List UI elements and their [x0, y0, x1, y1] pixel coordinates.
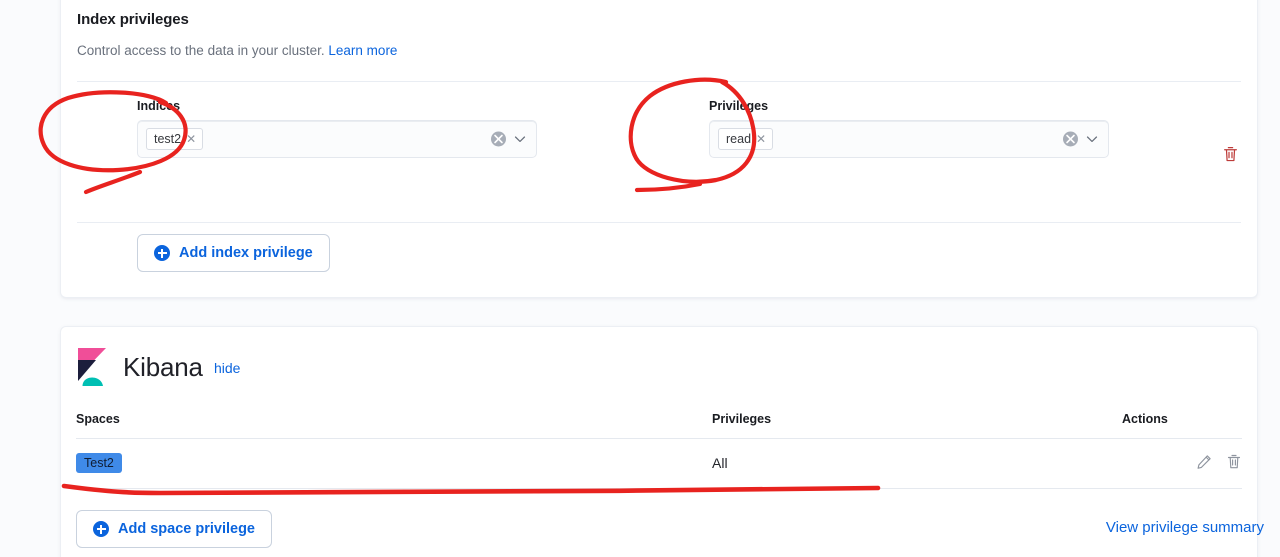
- add-space-privilege-label: Add space privilege: [118, 521, 255, 537]
- chevron-down-icon[interactable]: [513, 132, 527, 146]
- space-privileges-table: Spaces Privileges Actions Test2 All: [76, 412, 1242, 490]
- privileges-label: Privileges: [709, 99, 769, 113]
- cell-privilege: All: [712, 438, 1122, 490]
- indices-pill[interactable]: test2 ✕: [146, 128, 204, 150]
- privileges-field: Privileges read ✕: [709, 99, 1109, 158]
- page-title: Index privileges: [77, 11, 189, 28]
- kibana-logo: [76, 347, 112, 387]
- delete-index-privilege-icon[interactable]: [1218, 142, 1242, 166]
- column-header-actions: Actions: [1122, 412, 1242, 439]
- privileges-pill[interactable]: read ✕: [718, 128, 774, 150]
- add-index-privilege-button[interactable]: Add index privilege: [137, 234, 330, 272]
- index-privileges-panel: Index privileges Control access to the d…: [60, 0, 1258, 298]
- privileges-pill-label: read: [726, 132, 752, 146]
- add-space-privilege-button[interactable]: Add space privilege: [76, 510, 272, 548]
- indices-field: Indices test2 ✕: [137, 99, 537, 158]
- plus-circle-icon: [154, 245, 170, 261]
- remove-icon[interactable]: ✕: [756, 133, 766, 145]
- page-root: Index privileges Control access to the d…: [0, 0, 1280, 557]
- trash-icon[interactable]: [1226, 454, 1242, 470]
- privileges-combobox[interactable]: read ✕: [709, 120, 1109, 158]
- kibana-hide-link[interactable]: hide: [214, 360, 240, 376]
- table-row: Test2 All: [76, 438, 1242, 490]
- chevron-down-icon[interactable]: [1085, 132, 1099, 146]
- add-index-privilege-label: Add index privilege: [179, 245, 313, 261]
- view-privilege-summary-link[interactable]: View privilege summary: [1106, 519, 1264, 536]
- learn-more-link[interactable]: Learn more: [328, 43, 397, 58]
- cell-actions: [1122, 438, 1242, 490]
- space-badge[interactable]: Test2: [76, 453, 122, 474]
- cell-space: Test2: [76, 438, 712, 490]
- indices-combobox[interactable]: test2 ✕: [137, 120, 537, 158]
- kibana-title: Kibana: [123, 352, 203, 382]
- clear-circle-icon[interactable]: [491, 131, 506, 147]
- indices-label: Indices: [137, 99, 181, 113]
- clear-circle-icon[interactable]: [1063, 131, 1078, 147]
- subtitle-text: Control access to the data in your clust…: [77, 43, 325, 58]
- remove-icon[interactable]: ✕: [186, 133, 196, 145]
- section-subtitle: Control access to the data in your clust…: [77, 43, 397, 58]
- indices-pill-label: test2: [154, 132, 182, 146]
- column-header-privileges: Privileges: [712, 412, 1122, 439]
- table-header-row: Spaces Privileges Actions: [76, 412, 1242, 439]
- divider-top: [77, 81, 1241, 82]
- column-header-spaces: Spaces: [76, 412, 712, 439]
- pencil-icon[interactable]: [1196, 454, 1212, 470]
- divider-bottom: [77, 222, 1241, 223]
- plus-circle-icon: [93, 521, 109, 537]
